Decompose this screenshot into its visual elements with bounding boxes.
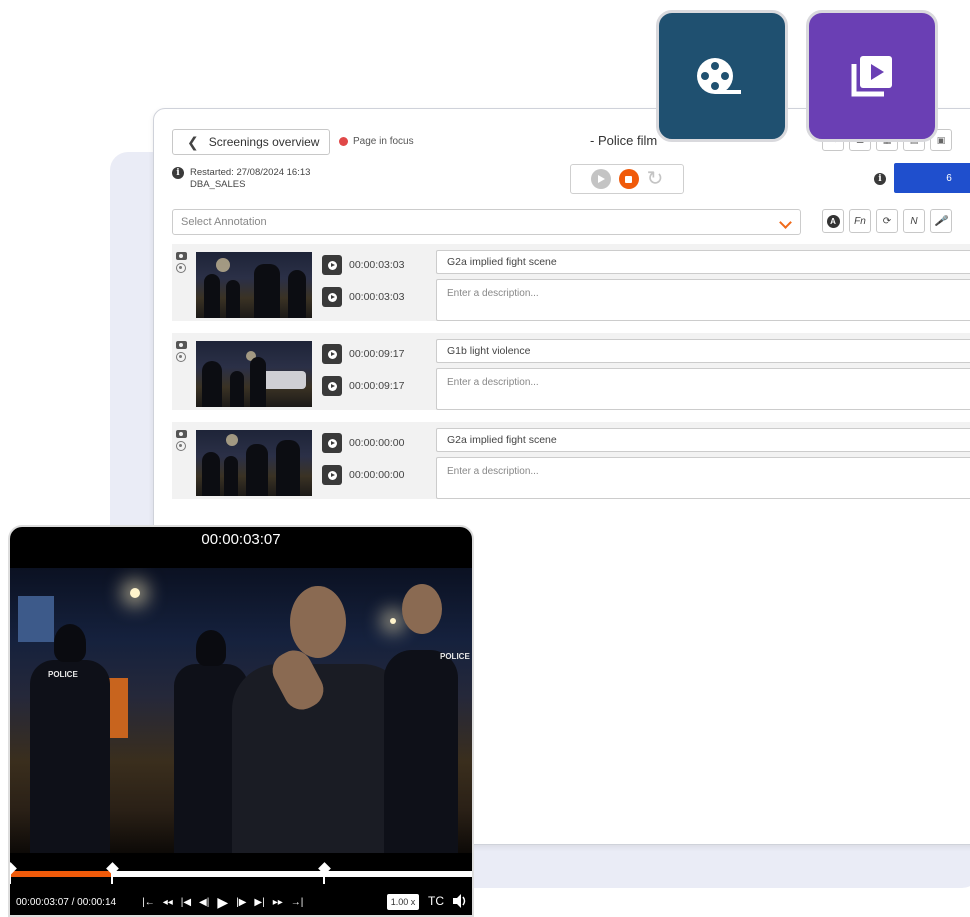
go-to-end-button[interactable]: →| xyxy=(291,897,304,908)
back-label: Screenings overview xyxy=(208,135,320,149)
police-label-2: POLICE xyxy=(440,652,470,661)
timeline-scrubber[interactable] xyxy=(10,862,472,884)
film-reel-icon xyxy=(697,58,741,94)
player-controls: 00:00:03:07 / 00:00:14 |← ◂◂ |◀ ◀| ▶ |▶ … xyxy=(10,889,472,915)
rewind-button[interactable]: ◂◂ xyxy=(163,897,173,908)
tc-out: 00:00:00:00 xyxy=(349,469,405,481)
video-frame[interactable]: POLICE POLICE xyxy=(10,568,472,853)
annotation-row: 00:00:03:03 00:00:03:03 G2a implied figh… xyxy=(172,244,970,321)
tc-in: 00:00:03:03 xyxy=(349,259,405,271)
info-icon-2: i xyxy=(874,173,886,185)
target-icon[interactable] xyxy=(176,263,186,273)
set-in-button[interactable] xyxy=(322,344,342,364)
prev-marker-button[interactable]: |◀ xyxy=(181,897,191,908)
goto-icon xyxy=(327,470,337,480)
category-value: G2a implied fight scene xyxy=(447,256,557,268)
recording-controls: ↻ xyxy=(570,164,684,194)
timeline-marker-stem xyxy=(323,872,326,884)
description-input[interactable]: Enter a description... xyxy=(436,457,970,499)
camera-icon[interactable] xyxy=(176,341,187,349)
goto-icon xyxy=(327,381,337,391)
timeline-marker-stem xyxy=(110,872,113,884)
goto-icon xyxy=(327,438,337,448)
focus-dot-icon xyxy=(339,137,348,146)
annotation-select[interactable]: Select Annotation xyxy=(172,209,801,235)
set-in-button[interactable] xyxy=(322,255,342,275)
goto-icon xyxy=(327,349,337,359)
category-select[interactable]: G1b light violence xyxy=(436,339,970,363)
goto-icon xyxy=(327,260,337,270)
annotation-row: 00:00:00:00 00:00:00:00 G2a implied figh… xyxy=(172,422,970,499)
playback-position: 00:00:03:07 / 00:00:14 xyxy=(16,896,117,908)
stop-button[interactable] xyxy=(618,169,639,189)
description-input[interactable]: Enter a description... xyxy=(436,279,970,321)
back-chevron-icon: ❮ xyxy=(187,133,199,150)
annotation-thumbnail[interactable] xyxy=(196,252,312,318)
film-app-tile[interactable] xyxy=(656,10,788,142)
speed-selector[interactable]: 1.00 x xyxy=(387,894,419,910)
play-icon xyxy=(597,175,605,183)
auto-tool-button[interactable]: A xyxy=(822,209,844,233)
volume-icon[interactable] xyxy=(452,893,468,909)
goto-icon xyxy=(327,292,337,302)
target-icon[interactable] xyxy=(176,441,186,451)
tc-out: 00:00:03:03 xyxy=(349,291,405,303)
back-button[interactable]: ❮ Screenings overview xyxy=(172,129,330,155)
tc-toggle[interactable]: TC xyxy=(428,894,444,908)
stop-icon xyxy=(625,175,633,183)
video-library-icon xyxy=(851,56,892,97)
a-icon: A xyxy=(826,214,840,228)
video-library-tile[interactable] xyxy=(806,10,938,142)
annotation-thumbnail[interactable] xyxy=(196,341,312,407)
annotation-thumbnail[interactable] xyxy=(196,430,312,496)
camera-icon[interactable] xyxy=(176,430,187,438)
play-button[interactable] xyxy=(590,169,611,189)
note-tool-button[interactable]: N xyxy=(903,209,925,233)
target-icon[interactable] xyxy=(176,352,186,362)
function-tool-button[interactable]: Fn xyxy=(849,209,871,233)
restart-user: DBA_SALES xyxy=(190,179,246,190)
annotation-row: 00:00:09:17 00:00:09:17 G1b light violen… xyxy=(172,333,970,410)
redo-button[interactable]: ↻ xyxy=(647,169,664,189)
page-title: - Police film xyxy=(590,133,658,148)
focus-label: Page in focus xyxy=(353,136,414,147)
category-value: G2a implied fight scene xyxy=(447,434,557,446)
next-marker-button[interactable]: ▶| xyxy=(254,897,264,908)
police-label: POLICE xyxy=(48,670,78,679)
camera-icon[interactable] xyxy=(176,252,187,260)
chevron-down-icon xyxy=(779,216,792,229)
info-icon: i xyxy=(172,167,184,179)
sync-tool-button[interactable]: ⟳ xyxy=(876,209,898,233)
annotation-select-placeholder: Select Annotation xyxy=(181,216,267,228)
step-forward-button[interactable]: |▶ xyxy=(236,897,246,908)
category-value: G1b light violence xyxy=(447,345,531,357)
mic-tool-button[interactable]: 🎤 xyxy=(930,209,952,233)
set-out-button[interactable] xyxy=(322,465,342,485)
restart-date: Restarted: 27/08/2024 16:13 xyxy=(190,167,311,178)
restart-info: i Restarted: 27/08/2024 16:13 DBA_SALES xyxy=(172,167,310,191)
description-input[interactable]: Enter a description... xyxy=(436,368,970,410)
set-in-button[interactable] xyxy=(322,433,342,453)
annotation-tools: A Fn ⟳ N 🎤 xyxy=(822,209,952,233)
category-select[interactable]: G2a implied fight scene xyxy=(436,428,970,452)
set-out-button[interactable] xyxy=(322,376,342,396)
fast-forward-button[interactable]: ▸▸ xyxy=(273,897,283,908)
step-back-button[interactable]: ◀| xyxy=(199,897,209,908)
set-out-button[interactable] xyxy=(322,287,342,307)
primary-action-button[interactable]: 6 xyxy=(894,163,970,193)
tc-in: 00:00:00:00 xyxy=(349,437,405,449)
tc-out: 00:00:09:17 xyxy=(349,380,405,392)
timeline-progress xyxy=(10,871,112,877)
tc-in: 00:00:09:17 xyxy=(349,348,405,360)
timeline-marker-stem xyxy=(10,872,11,884)
play-button-main[interactable]: ▶ xyxy=(217,894,228,911)
category-select[interactable]: G2a implied fight scene xyxy=(436,250,970,274)
go-to-start-button[interactable]: |← xyxy=(142,897,155,908)
video-player: 00:00:03:07 POLICE POLICE 00:00:03:07 / … xyxy=(8,525,474,917)
timecode-display: 00:00:03:07 xyxy=(201,531,281,548)
focus-indicator: Page in focus xyxy=(339,136,414,147)
